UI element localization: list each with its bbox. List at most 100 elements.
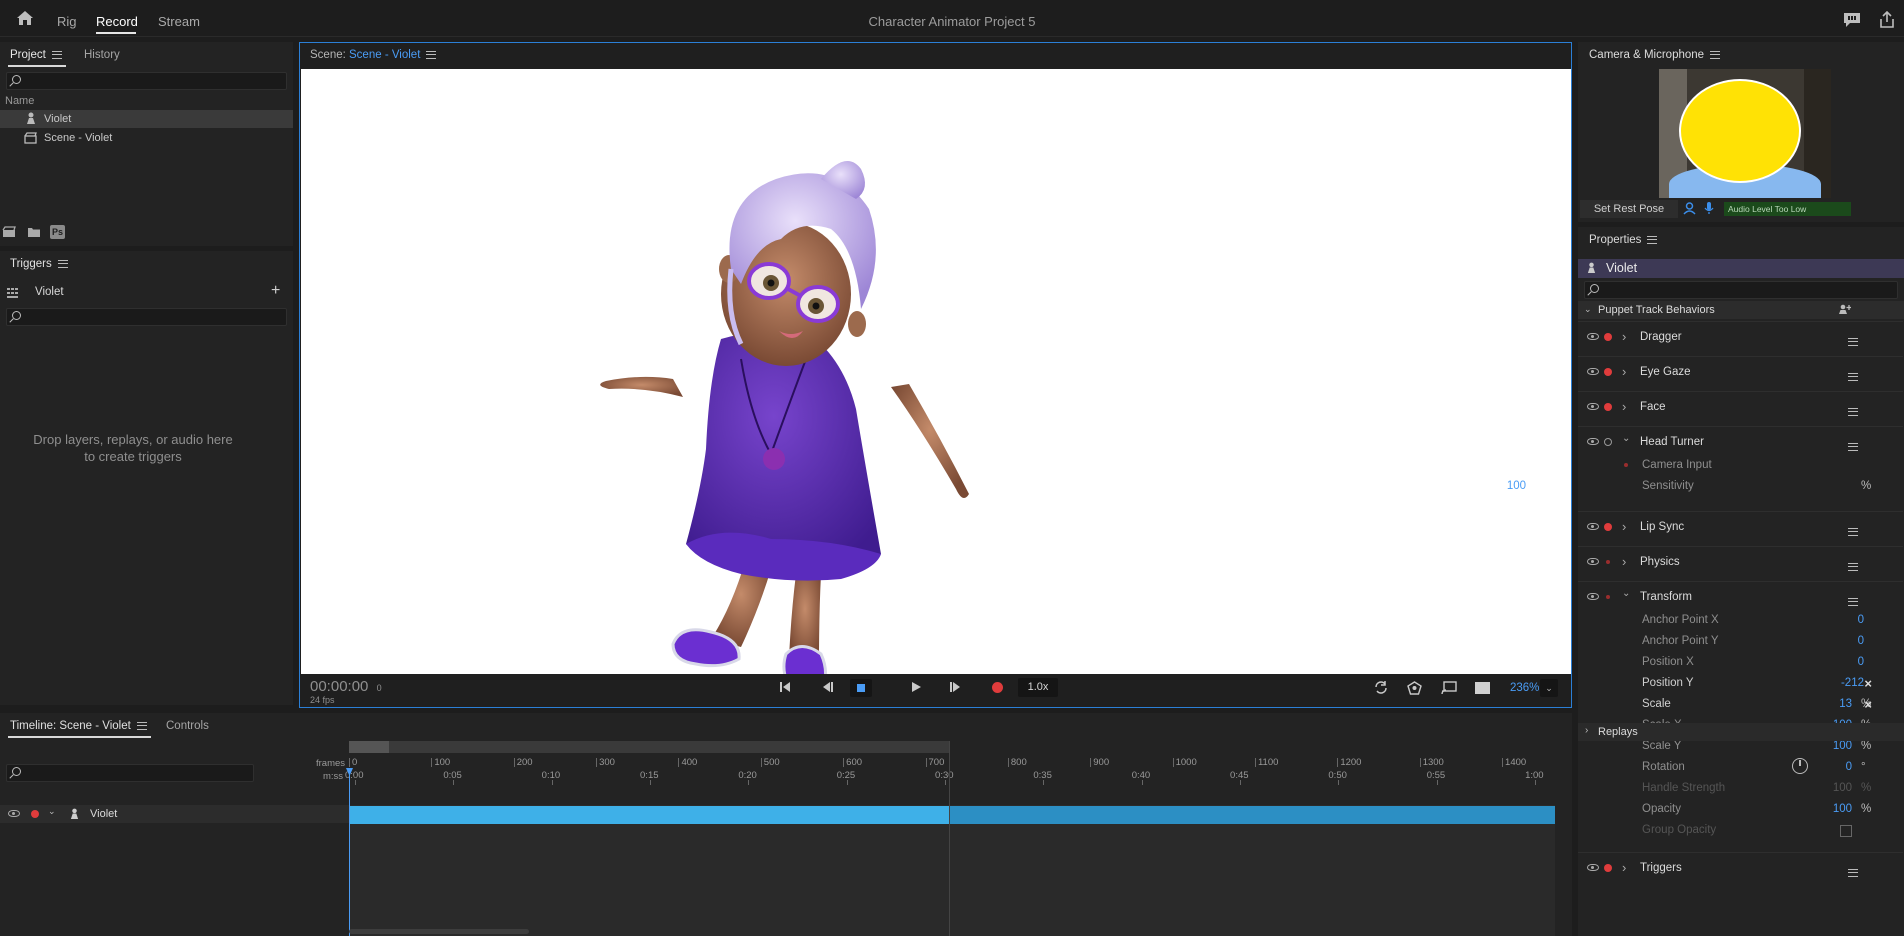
visibility-eye-icon[interactable]: [1587, 558, 1599, 565]
timeline-search-input[interactable]: [6, 764, 254, 782]
microphone-icon[interactable]: [1704, 201, 1714, 218]
behavior-row-transform[interactable]: ⌄ Transform: [1578, 588, 1903, 606]
replays-section-header[interactable]: › Replays: [1578, 723, 1904, 741]
record-arm-dot[interactable]: [1604, 403, 1612, 411]
chevron-down-icon[interactable]: ⌄: [1622, 588, 1630, 599]
go-to-start-icon[interactable]: [779, 681, 791, 696]
timeline-scrollbar[interactable]: [349, 929, 529, 934]
zoom-level[interactable]: 236%: [1510, 682, 1539, 694]
set-rest-pose-button[interactable]: Set Rest Pose: [1580, 200, 1678, 218]
transform-param-value[interactable]: 100: [1833, 782, 1852, 794]
visibility-eye-icon[interactable]: [1587, 438, 1599, 445]
project-search-input[interactable]: [6, 72, 287, 90]
step-back-icon[interactable]: [821, 681, 833, 696]
visibility-eye-icon[interactable]: [1587, 403, 1599, 410]
record-arm-dot[interactable]: [31, 810, 39, 818]
timeline-menu-icon[interactable]: [136, 721, 147, 730]
add-behavior-icon[interactable]: [1839, 304, 1852, 318]
zoom-dropdown[interactable]: ⌄: [1540, 679, 1558, 697]
scene-name-link[interactable]: Scene - Violet: [349, 49, 420, 61]
chevron-down-icon[interactable]: ⌄: [48, 806, 56, 817]
behavior-menu-icon[interactable]: [1848, 527, 1858, 536]
project-menu-icon[interactable]: [51, 50, 62, 59]
behavior-menu-icon[interactable]: [1848, 407, 1858, 416]
list-item-scene-violet[interactable]: Scene - Violet: [0, 129, 293, 147]
behavior-menu-icon[interactable]: [1848, 372, 1858, 381]
behavior-row-triggers[interactable]: › Triggers: [1578, 859, 1903, 877]
transform-param-value[interactable]: 0: [1858, 635, 1864, 647]
step-forward-icon[interactable]: [950, 681, 962, 696]
reset-param-icon[interactable]: ×: [1864, 697, 1872, 712]
folder-icon[interactable]: [27, 226, 41, 241]
record-arm-dot[interactable]: [1604, 333, 1612, 341]
behavior-row-head-turner[interactable]: ⌄ Head Turner: [1578, 433, 1903, 451]
behavior-menu-icon[interactable]: [1848, 597, 1858, 606]
tab-timeline[interactable]: Timeline: Scene - Violet: [10, 720, 147, 732]
scene-menu-icon[interactable]: [426, 50, 437, 59]
transform-param-value[interactable]: 100: [1833, 803, 1852, 815]
behavior-menu-icon[interactable]: [1848, 868, 1858, 877]
transform-param-value[interactable]: 13: [1839, 698, 1852, 710]
transform-param-value[interactable]: 0: [1846, 761, 1852, 773]
loop-icon[interactable]: [1374, 681, 1388, 697]
chevron-right-icon[interactable]: ›: [1622, 399, 1626, 414]
timeline-work-area-bar[interactable]: [349, 741, 949, 753]
new-scene-icon[interactable]: [2, 226, 16, 241]
list-item-violet[interactable]: Violet: [0, 110, 293, 128]
behavior-row-face[interactable]: › Face: [1578, 398, 1903, 416]
visibility-eye-icon[interactable]: [1587, 368, 1599, 375]
rotation-dial-icon[interactable]: [1792, 758, 1808, 774]
timeline-work-area-handle[interactable]: [349, 741, 389, 753]
transform-param-value[interactable]: -212: [1841, 677, 1864, 689]
tab-history[interactable]: History: [84, 49, 120, 61]
visibility-eye-icon[interactable]: [1587, 593, 1599, 600]
visibility-eye-icon[interactable]: [1587, 333, 1599, 340]
cast-icon[interactable]: [1441, 681, 1457, 698]
track-clip-bar-extended[interactable]: [949, 806, 1555, 824]
group-opacity-checkbox[interactable]: [1840, 825, 1852, 837]
behavior-row-lip-sync[interactable]: › Lip Sync: [1578, 518, 1903, 536]
transform-param-value[interactable]: 0: [1858, 656, 1864, 668]
record-button[interactable]: [992, 682, 1003, 693]
transform-param-value[interactable]: 100: [1833, 740, 1852, 752]
track-row-violet[interactable]: ⌄ Violet: [0, 805, 349, 823]
physics-icon[interactable]: [1407, 681, 1422, 698]
behavior-menu-icon[interactable]: [1848, 442, 1858, 451]
record-arm-dot[interactable]: [1604, 438, 1612, 446]
sensitivity-value[interactable]: 100: [1507, 480, 1526, 492]
timeline-ruler[interactable]: 0 100 200 300 400 500 600 700 800 900 1000 1100 1200…: [345, 754, 1555, 785]
camera-icon[interactable]: [1683, 202, 1696, 218]
transform-param-value[interactable]: 0: [1858, 614, 1864, 626]
behaviors-section-header[interactable]: ⌄ Puppet Track Behaviors: [1578, 301, 1904, 319]
triggers-menu-icon[interactable]: [57, 259, 68, 268]
record-arm-dot[interactable]: [1606, 595, 1610, 599]
chevron-down-icon[interactable]: ⌄: [1622, 433, 1630, 444]
chevron-right-icon[interactable]: ›: [1622, 519, 1626, 534]
behavior-menu-icon[interactable]: [1848, 337, 1858, 346]
feedback-icon[interactable]: [1843, 12, 1861, 31]
record-arm-dot[interactable]: [1604, 523, 1612, 531]
playback-speed-button[interactable]: 1.0x: [1018, 678, 1058, 697]
reset-param-icon[interactable]: ×: [1864, 676, 1872, 691]
camera-menu-icon[interactable]: [1710, 50, 1721, 59]
properties-search-input[interactable]: [1584, 281, 1898, 299]
share-icon[interactable]: [1879, 10, 1895, 31]
photoshop-icon[interactable]: Ps: [50, 225, 65, 239]
add-trigger-icon[interactable]: +: [271, 282, 280, 300]
properties-menu-icon[interactable]: [1647, 235, 1658, 244]
triggers-search-input[interactable]: [6, 308, 287, 326]
background-color-icon[interactable]: [1475, 682, 1490, 694]
behavior-row-dragger[interactable]: › Dragger: [1578, 328, 1903, 346]
track-clip-bar[interactable]: [349, 806, 949, 824]
visibility-eye-icon[interactable]: [8, 810, 20, 817]
chevron-right-icon[interactable]: ›: [1622, 554, 1626, 569]
behavior-row-eye-gaze[interactable]: › Eye Gaze: [1578, 363, 1903, 381]
scene-canvas[interactable]: [301, 69, 1571, 674]
play-icon[interactable]: [910, 681, 922, 696]
tab-project[interactable]: Project: [10, 49, 62, 61]
behavior-row-physics[interactable]: › Physics: [1578, 553, 1903, 571]
chevron-right-icon[interactable]: ›: [1622, 860, 1626, 875]
tab-controls[interactable]: Controls: [166, 720, 209, 732]
chevron-right-icon[interactable]: ›: [1622, 329, 1626, 344]
record-arm-dot[interactable]: [1604, 368, 1612, 376]
